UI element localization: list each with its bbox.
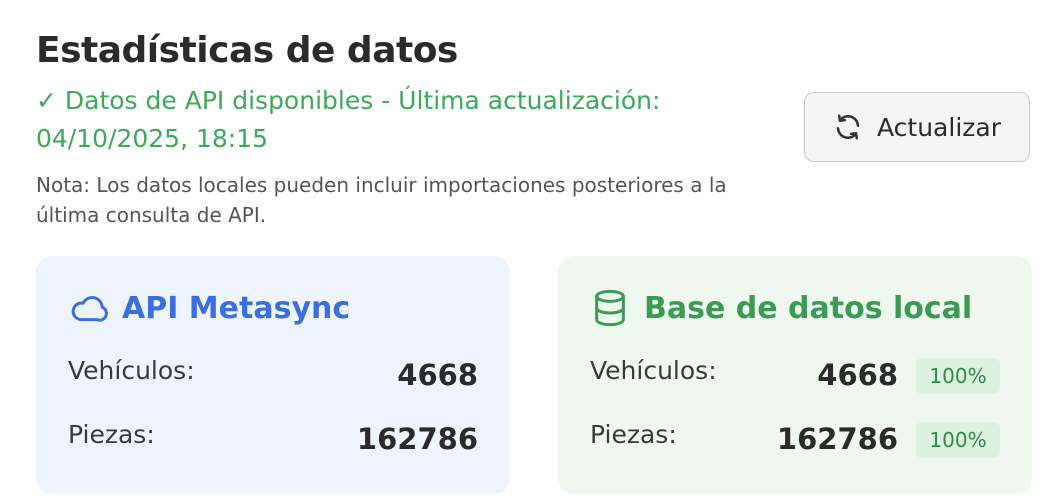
local-vehicles-value: 4668 (817, 358, 898, 392)
api-parts-label: Piezas: (68, 420, 155, 449)
local-parts-value: 162786 (776, 422, 898, 456)
local-vehicles-percent-badge: 100% (916, 358, 1000, 394)
refresh-button[interactable]: Actualizar (804, 92, 1030, 162)
api-card-header: API Metasync (68, 288, 350, 328)
data-stats-panel: Estadísticas de datos ✓ Datos de API dis… (0, 0, 1064, 496)
api-status-text: ✓ Datos de API disponibles - Última actu… (36, 86, 661, 153)
note-text: Nota: Los datos locales pueden incluir i… (36, 173, 727, 227)
local-parts-label: Piezas: (590, 420, 677, 449)
local-vehicles-label: Vehículos: (590, 356, 717, 385)
refresh-icon (833, 112, 863, 142)
refresh-button-label: Actualizar (877, 112, 1001, 142)
local-parts-percent-badge: 100% (916, 422, 1000, 458)
database-icon (590, 288, 630, 328)
api-vehicles-value: 4668 (397, 358, 478, 392)
local-card-title: Base de datos local (644, 290, 973, 326)
api-vehicles-label: Vehículos: (68, 356, 195, 385)
api-card-title: API Metasync (122, 290, 351, 326)
local-card-header: Base de datos local (590, 288, 972, 328)
cloud-icon (68, 288, 108, 328)
api-parts-value: 162786 (356, 422, 478, 456)
page-title: Estadísticas de datos (36, 30, 458, 71)
